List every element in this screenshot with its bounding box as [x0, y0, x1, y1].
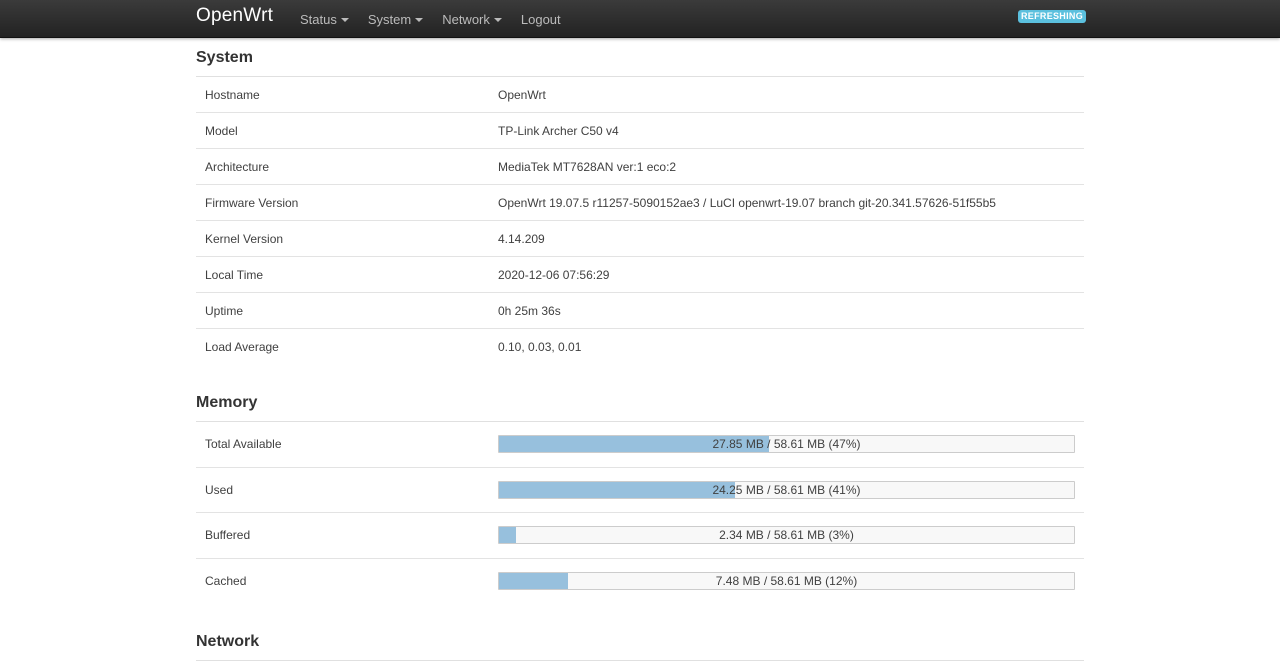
progress-text: 27.85 MB / 58.61 MB (47%)	[712, 437, 861, 452]
network-section-title: Network	[196, 622, 1084, 661]
progress-text: 24.25 MB / 58.61 MB (41%)	[712, 482, 861, 497]
table-row: Cached 7.48 MB / 58.61 MB (12%)	[196, 559, 1084, 605]
row-value: TP-Link Archer C50 v4	[498, 123, 619, 138]
memory-progress-bar: 7.48 MB / 58.61 MB (12%)	[498, 572, 1075, 591]
table-row: Total Available 27.85 MB / 58.61 MB (47%…	[196, 422, 1084, 468]
refreshing-badge[interactable]: REFRESHING	[1018, 10, 1087, 23]
row-label: Buffered	[205, 528, 251, 543]
row-value: OpenWrt 19.07.5 r11257-5090152ae3 / LuCI…	[498, 195, 996, 210]
row-value: OpenWrt	[498, 87, 546, 102]
menu-logout[interactable]: Logout	[521, 0, 561, 38]
caret-down-icon	[415, 18, 424, 22]
system-section-title: System	[196, 38, 1084, 77]
row-label: Hostname	[205, 87, 260, 102]
row-label: Firmware Version	[205, 195, 299, 210]
memory-progress-bar: 27.85 MB / 58.61 MB (47%)	[498, 435, 1075, 454]
table-row: Used 24.25 MB / 58.61 MB (41%)	[196, 468, 1084, 513]
row-value: 2020-12-06 07:56:29	[498, 267, 610, 282]
top-navbar: OpenWrt Status System Network Logout REF…	[0, 0, 1280, 38]
caret-down-icon	[493, 18, 502, 22]
menu-status-label: Status	[300, 11, 337, 27]
memory-progress-bar: 24.25 MB / 58.61 MB (41%)	[498, 480, 1075, 499]
row-value: MediaTek MT7628AN ver:1 eco:2	[498, 159, 677, 174]
row-value: 0.10, 0.03, 0.01	[498, 340, 582, 354]
table-row: Hostname OpenWrt	[196, 77, 1084, 113]
row-label: Model	[205, 123, 238, 138]
table-row: Architecture MediaTek MT7628AN ver:1 eco…	[196, 149, 1084, 185]
row-value: 0h 25m 36s	[498, 303, 561, 318]
row-label: Total Available	[205, 437, 282, 452]
table-row: Local Time 2020-12-06 07:56:29	[196, 257, 1084, 293]
memory-section-title: Memory	[196, 383, 1084, 422]
row-value: 4.14.209	[498, 231, 545, 246]
progress-text: 2.34 MB / 58.61 MB (3%)	[719, 528, 854, 543]
main-menu: Status System Network Logout	[300, 0, 580, 38]
progress-text: 7.48 MB / 58.61 MB (12%)	[715, 574, 858, 589]
menu-logout-label: Logout	[520, 11, 561, 27]
row-label: Load Average	[205, 340, 279, 354]
main-content: System Hostname OpenWrt Model TP-Link Ar…	[196, 38, 1084, 661]
row-label: Local Time	[205, 267, 264, 282]
menu-network-label: Network	[442, 11, 490, 27]
row-label: Architecture	[205, 159, 270, 174]
menu-system[interactable]: System	[367, 0, 424, 38]
menu-system-label: System	[367, 11, 412, 27]
menu-network[interactable]: Network	[442, 0, 502, 38]
row-label: Used	[205, 482, 234, 497]
menu-status[interactable]: Status	[300, 0, 349, 38]
table-row: Uptime 0h 25m 36s	[196, 293, 1084, 329]
table-row: Firmware Version OpenWrt 19.07.5 r11257-…	[196, 185, 1084, 221]
table-row: Model TP-Link Archer C50 v4	[196, 113, 1084, 149]
row-label: Uptime	[205, 303, 244, 318]
table-row: Kernel Version 4.14.209	[196, 221, 1084, 257]
memory-progress-bar: 2.34 MB / 58.61 MB (3%)	[498, 526, 1075, 545]
memory-table: Total Available 27.85 MB / 58.61 MB (47%…	[196, 422, 1084, 604]
caret-down-icon	[340, 18, 349, 22]
row-label: Kernel Version	[205, 231, 284, 246]
table-row: Load Average 0.10, 0.03, 0.01	[196, 329, 1084, 365]
table-row: Buffered 2.34 MB / 58.61 MB (3%)	[196, 513, 1084, 559]
row-label: Cached	[205, 574, 247, 589]
brand-logo[interactable]: OpenWrt	[196, 5, 273, 27]
system-table: Hostname OpenWrt Model TP-Link Archer C5…	[196, 77, 1084, 365]
